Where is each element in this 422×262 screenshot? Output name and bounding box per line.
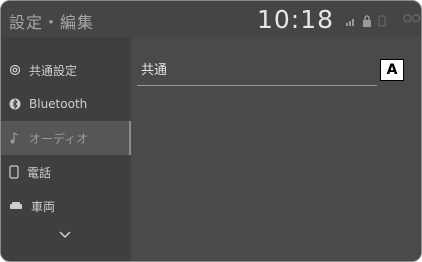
infotainment-screen: 設定・編集 10:18 ○○ 共通設定 Bluetooth オーディオ 電話 車… <box>0 0 422 262</box>
sidebar: 共通設定 Bluetooth オーディオ 電話 車両 <box>1 37 131 261</box>
car-icon <box>10 202 22 209</box>
main-panel: 共通 A <box>131 37 421 261</box>
sidebar-item-bluetooth[interactable]: Bluetooth <box>1 87 131 121</box>
sidebar-item-label: 電話 <box>27 165 52 180</box>
clock: 10:18 <box>257 5 335 34</box>
status-icons <box>346 14 386 28</box>
lock-icon <box>363 15 371 27</box>
screen-title: 設定・編集 <box>9 13 95 32</box>
phone-icon <box>9 165 19 179</box>
sidebar-item-audio[interactable]: オーディオ <box>1 121 131 155</box>
sidebar-item-label: Bluetooth <box>29 97 88 111</box>
callout-label: A <box>380 59 404 81</box>
sidebar-item-common-settings[interactable]: 共通設定 <box>1 53 131 87</box>
list-item-label: 共通 <box>141 63 168 78</box>
sidebar-item-label: 共通設定 <box>29 63 78 78</box>
signal-icon <box>346 19 354 26</box>
list-item-common[interactable]: 共通 <box>137 51 377 86</box>
ellipsis-icon[interactable]: ○○ <box>403 13 420 24</box>
bluetooth-icon <box>9 98 21 110</box>
sidebar-item-vehicle[interactable]: 車両 <box>1 189 131 223</box>
battery-icon <box>378 15 386 27</box>
header-bar: 設定・編集 10:18 ○○ <box>1 1 421 37</box>
music-note-icon <box>10 132 19 144</box>
gear-icon <box>9 64 21 76</box>
chevron-down-icon[interactable] <box>55 227 75 243</box>
sidebar-item-label: 車両 <box>31 199 56 214</box>
sidebar-item-label: オーディオ <box>29 131 89 146</box>
sidebar-item-phone[interactable]: 電話 <box>1 155 131 189</box>
